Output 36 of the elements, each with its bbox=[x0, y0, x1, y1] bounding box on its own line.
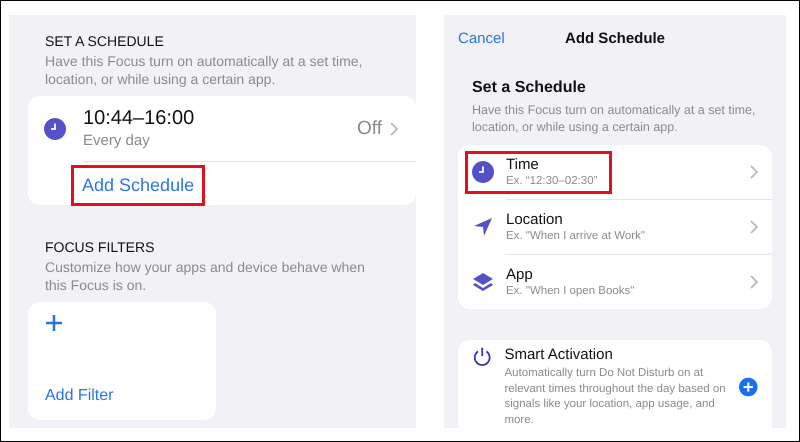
schedule-time: 10:44–16:00 bbox=[83, 106, 196, 130]
add-filter-card[interactable]: Add Filter bbox=[28, 302, 216, 420]
smart-activation-description: Automatically turn Do Not Disturb on at relevant times throughout the day based on signals like your location, app usage, and more. bbox=[504, 366, 727, 428]
section-heading: FOCUS FILTERS bbox=[45, 238, 156, 256]
chevron-icon bbox=[750, 165, 758, 179]
schedule-status: Off bbox=[357, 117, 382, 141]
power-icon bbox=[472, 346, 492, 368]
chevron-icon bbox=[390, 122, 398, 136]
option-title: Time bbox=[506, 156, 540, 174]
option-example: Ex. "When I open Books" bbox=[506, 284, 634, 298]
section-description: Customize how your apps and device behave when this Focus is on. bbox=[45, 258, 366, 294]
navigation-arrow-icon bbox=[472, 216, 494, 238]
schedule-option[interactable]: App Ex. "When I open Books" bbox=[458, 255, 772, 309]
add-icon[interactable] bbox=[739, 377, 758, 397]
add-filter-label: Add Filter bbox=[45, 386, 114, 406]
schedule-repeat: Every day bbox=[83, 131, 151, 151]
schedule-option[interactable]: Location Ex. "When I arrive at Work" bbox=[458, 200, 772, 254]
section-description: Have this Focus turn on automatically at a set time, location, or while using a certain app. bbox=[45, 52, 364, 88]
plus-icon bbox=[45, 314, 63, 332]
option-example: Ex. “12:30–02:30” bbox=[506, 174, 598, 188]
option-title: Location bbox=[506, 210, 564, 228]
nav-title: Add Schedule bbox=[564, 28, 665, 49]
option-title: App bbox=[506, 266, 534, 284]
section-heading: Set a Schedule bbox=[472, 78, 587, 98]
chevron-icon bbox=[750, 275, 758, 289]
schedule-option[interactable]: Time Ex. “12:30–02:30” bbox=[458, 145, 772, 199]
smart-activation-title: Smart Activation bbox=[504, 346, 614, 364]
option-example: Ex. "When I arrive at Work" bbox=[506, 228, 645, 244]
section-description: Have this Focus turn on automatically at a set time, location, or while using a certain app. bbox=[472, 102, 756, 136]
stacked-layers-icon bbox=[472, 271, 494, 293]
schedule-row[interactable]: 10:44–16:00 Every day Off bbox=[28, 96, 416, 160]
clock-icon bbox=[44, 118, 66, 140]
section-heading: SET A SCHEDULE bbox=[45, 32, 165, 51]
cancel-button[interactable]: Cancel bbox=[458, 28, 505, 50]
chevron-icon bbox=[750, 220, 758, 234]
clock-icon bbox=[472, 161, 494, 183]
